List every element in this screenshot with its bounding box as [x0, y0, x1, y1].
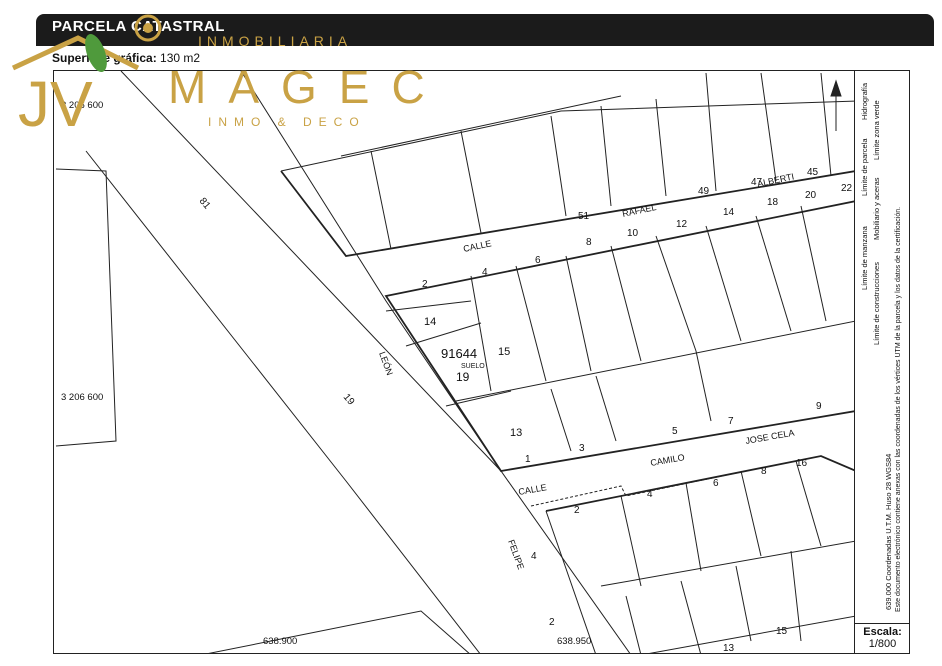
house-number: 2: [574, 505, 580, 516]
cadastral-map: CALLE RAFAEL ALBERTI LEÓN CALLE CAMILO J…: [53, 70, 855, 654]
house-number: 16: [796, 458, 808, 469]
street-label: JOSE CELA: [745, 428, 796, 446]
north-arrow-icon: [830, 79, 842, 131]
scale-box: Escala: 1/800: [855, 623, 910, 654]
legend-line: Límite de parcela: [860, 138, 869, 196]
logo-top-text: INMOBILIARIA: [198, 33, 352, 49]
house-number: 81: [197, 196, 213, 212]
house-number: 20: [805, 190, 817, 201]
street-label: ALBERTI: [756, 171, 795, 189]
coord-label: 3 206 600: [61, 392, 103, 403]
house-number: 7: [728, 416, 734, 427]
map-lines: [55, 71, 854, 653]
leon-road-edge-left: [120, 71, 631, 653]
house-number: 49: [698, 186, 710, 197]
legend-line: Hidrografía: [860, 82, 869, 120]
house-number: 8: [586, 237, 592, 248]
legend-doc-note: Este documento electrónico contiene anex…: [895, 206, 902, 612]
legend-line: Límite zona verde: [872, 100, 881, 160]
house-number: 1: [525, 454, 531, 465]
house-number: 6: [713, 478, 719, 489]
house-number: 19: [341, 392, 357, 408]
legend-line: Mobiliario y aceras: [872, 177, 881, 240]
house-number: 15: [776, 626, 788, 637]
house-number: 13: [723, 643, 735, 654]
parcel-main-number: 19: [456, 370, 470, 384]
parcel-number: 14: [424, 316, 436, 328]
house-number: 47: [751, 177, 763, 188]
legend-coords-note: 639.000 Coordenadas U.T.M. Huso 28 WGS84: [884, 453, 893, 610]
house-number: 22: [841, 183, 853, 194]
house-number: 14: [723, 207, 735, 218]
house-number: 10: [627, 228, 639, 239]
coord-label: 638.900: [263, 636, 297, 647]
scale-label: Escala:: [863, 626, 902, 638]
street-label: CALLE: [462, 238, 492, 254]
house-number: 8: [761, 466, 767, 477]
map-drawing: CALLE RAFAEL ALBERTI LEÓN CALLE CAMILO J…: [55, 71, 854, 654]
parcel-sub: SUELO: [461, 363, 485, 370]
logo-brand: MAGEC: [168, 61, 428, 113]
magec-logo: JV INMOBILIARIA MAGEC INMO & DECO: [11, 14, 428, 138]
legend-line: Límite de manzana: [860, 226, 869, 290]
street-label: FELIPE: [506, 538, 526, 571]
house-number: 18: [767, 197, 779, 208]
street-label: CAMILO: [650, 452, 686, 468]
house-number: 2: [422, 279, 428, 290]
house-number: 2: [549, 617, 555, 628]
house-number: 45: [807, 167, 819, 178]
parcel-number: 13: [510, 427, 522, 439]
legend-line: Límite de construcciones: [872, 262, 881, 345]
house-number: 12: [676, 219, 688, 230]
scale-value: 1/800: [868, 638, 897, 650]
house-number: 6: [535, 255, 541, 266]
logo-bottom-text: INMO & DECO: [208, 115, 366, 129]
house-number: 4: [531, 551, 537, 562]
house-number: 5: [672, 426, 678, 437]
logo-emblem-icon: [11, 14, 162, 73]
street-label: LEÓN: [377, 350, 395, 376]
house-number: 4: [647, 489, 653, 500]
parcel-number: 15: [498, 346, 510, 358]
house-number: 9: [816, 401, 822, 412]
logo-initials: JV: [18, 68, 93, 138]
parcel-ref: 91644: [441, 346, 477, 361]
coord-label: 638.950: [557, 636, 591, 647]
street-label: CALLE: [518, 482, 548, 497]
house-number: 4: [482, 267, 488, 278]
house-number: 3: [579, 443, 585, 454]
house-number: 51: [578, 211, 590, 222]
street-label: RAFAEL: [621, 202, 657, 219]
